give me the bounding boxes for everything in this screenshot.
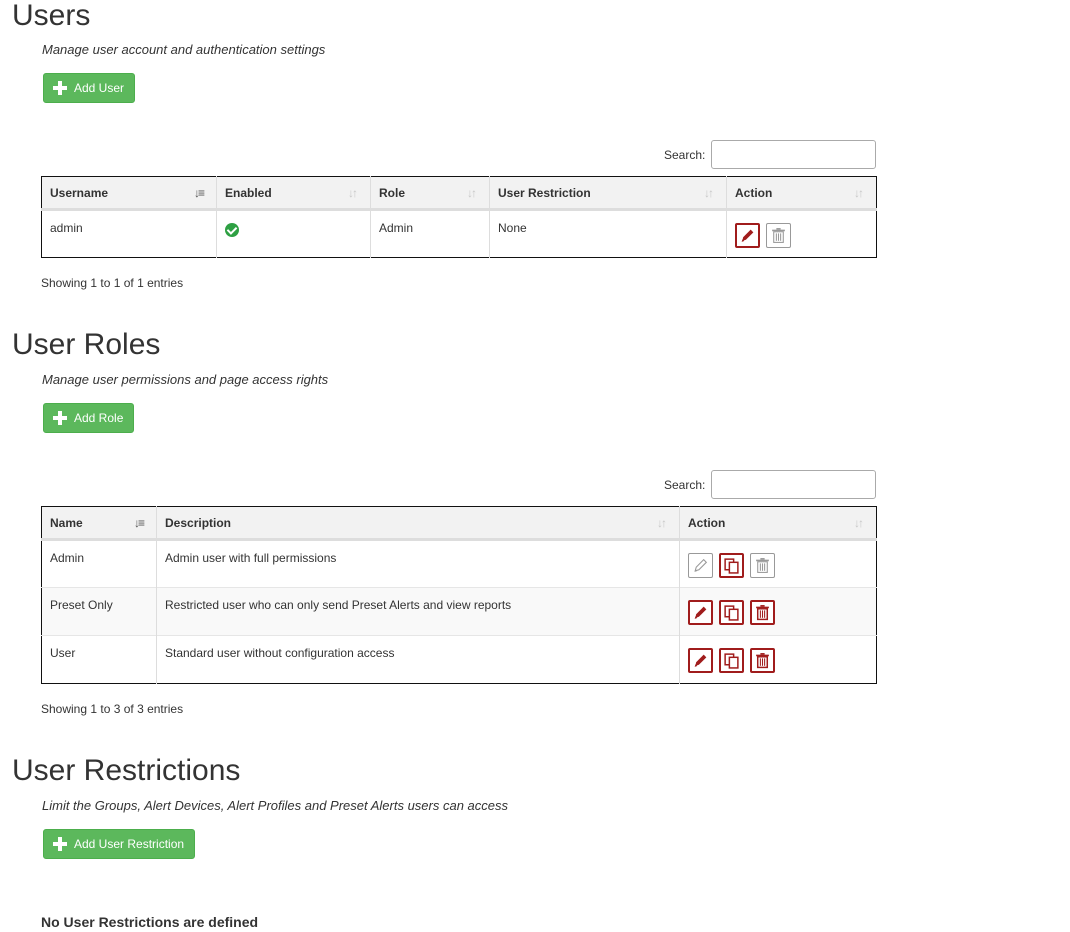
edit-role-button[interactable] — [688, 553, 713, 578]
users-description: Manage user account and authentication s… — [42, 42, 326, 57]
cell-username: admin — [41, 209, 217, 258]
column-header-name[interactable]: Name ↓≡ — [41, 506, 157, 541]
add-role-label: Add Role — [74, 411, 124, 425]
add-user-restriction-button[interactable]: Add User Restriction — [43, 829, 196, 859]
table-row: Admin Admin user with full permissions — [41, 539, 877, 588]
cell-role: Admin — [370, 209, 490, 258]
cell-role-description: Restricted user who can only send Preset… — [156, 587, 680, 636]
roles-table: Name ↓≡ Description ↓↑ Action ↓↑ Admin A… — [41, 506, 877, 684]
sort-icon: ↓↑ — [854, 516, 864, 530]
sort-ascending-icon: ↓≡ — [134, 516, 145, 530]
table-row: User Standard user without configuration… — [41, 635, 877, 684]
edit-role-button[interactable] — [688, 648, 713, 673]
plus-icon — [52, 410, 68, 426]
delete-role-button[interactable] — [750, 648, 775, 673]
cell-actions — [679, 539, 877, 588]
roles-table-info: Showing 1 to 3 of 3 entries — [41, 702, 184, 716]
delete-role-button[interactable] — [750, 600, 775, 625]
cell-actions — [679, 635, 877, 684]
trash-icon — [756, 605, 769, 621]
users-title: Users — [12, 0, 91, 32]
enabled-check-icon — [225, 223, 239, 237]
cell-enabled — [216, 209, 371, 258]
restrictions-empty-message: No User Restrictions are defined — [41, 914, 259, 930]
copy-icon — [724, 653, 739, 669]
restrictions-description: Limit the Groups, Alert Devices, Alert P… — [42, 798, 509, 813]
roles-search: Search: — [664, 470, 877, 499]
copy-role-button[interactable] — [719, 648, 744, 673]
restrictions-title: User Restrictions — [12, 754, 241, 787]
copy-role-button[interactable] — [719, 600, 744, 625]
add-user-restriction-label: Add User Restriction — [74, 837, 185, 851]
cell-role-name: Preset Only — [41, 587, 157, 636]
column-header-enabled[interactable]: Enabled ↓↑ — [216, 176, 371, 211]
users-table: Username ↓≡ Enabled ↓↑ Role ↓↑ User Rest… — [41, 176, 877, 258]
column-header-action[interactable]: Action ↓↑ — [679, 506, 877, 541]
table-row: admin Admin None — [41, 209, 877, 258]
copy-icon — [724, 605, 739, 621]
pencil-icon — [694, 606, 707, 619]
trash-icon — [772, 228, 785, 243]
cell-role-name: Admin — [41, 539, 157, 588]
cell-role-description: Admin user with full permissions — [156, 539, 680, 588]
column-header-description[interactable]: Description ↓↑ — [156, 506, 680, 541]
cell-restriction: None — [489, 209, 727, 258]
roles-search-input[interactable] — [711, 470, 877, 499]
delete-role-button[interactable] — [750, 553, 775, 578]
copy-icon — [724, 558, 739, 574]
trash-icon — [756, 653, 769, 669]
column-header-user-restriction[interactable]: User Restriction ↓↑ — [489, 176, 727, 211]
add-role-button[interactable]: Add Role — [43, 403, 135, 433]
sort-icon: ↓↑ — [854, 186, 864, 200]
roles-description: Manage user permissions and page access … — [42, 372, 329, 387]
sort-icon: ↓↑ — [348, 186, 358, 200]
sort-ascending-icon: ↓≡ — [194, 186, 205, 200]
users-search: Search: — [664, 140, 877, 169]
cell-role-description: Standard user without configuration acce… — [156, 635, 680, 684]
users-search-label: Search: — [664, 147, 706, 162]
trash-icon — [756, 558, 769, 573]
add-user-button[interactable]: Add User — [43, 73, 136, 103]
sort-icon: ↓↑ — [467, 186, 477, 200]
plus-icon — [52, 80, 68, 96]
roles-header-row: Name ↓≡ Description ↓↑ Action ↓↑ — [41, 506, 877, 541]
cell-actions — [679, 587, 877, 636]
users-search-input[interactable] — [711, 140, 877, 169]
column-header-username[interactable]: Username ↓≡ — [41, 176, 217, 211]
roles-search-label: Search: — [664, 477, 706, 492]
sort-icon: ↓↑ — [704, 186, 714, 200]
edit-user-button[interactable] — [735, 223, 760, 248]
pencil-icon — [694, 558, 708, 572]
copy-role-button[interactable] — [719, 553, 744, 578]
column-header-action[interactable]: Action ↓↑ — [726, 176, 877, 211]
delete-user-button[interactable] — [766, 223, 791, 248]
users-header-row: Username ↓≡ Enabled ↓↑ Role ↓↑ User Rest… — [41, 176, 877, 211]
add-user-label: Add User — [74, 81, 125, 95]
sort-icon: ↓↑ — [657, 516, 667, 530]
cell-actions — [726, 209, 877, 258]
pencil-icon — [741, 229, 754, 242]
pencil-icon — [694, 654, 707, 667]
users-table-info: Showing 1 to 1 of 1 entries — [41, 276, 184, 290]
roles-title: User Roles — [12, 328, 161, 361]
table-row: Preset Only Restricted user who can only… — [41, 587, 877, 636]
plus-icon — [52, 836, 68, 852]
edit-role-button[interactable] — [688, 600, 713, 625]
column-header-role[interactable]: Role ↓↑ — [370, 176, 490, 211]
cell-role-name: User — [41, 635, 157, 684]
